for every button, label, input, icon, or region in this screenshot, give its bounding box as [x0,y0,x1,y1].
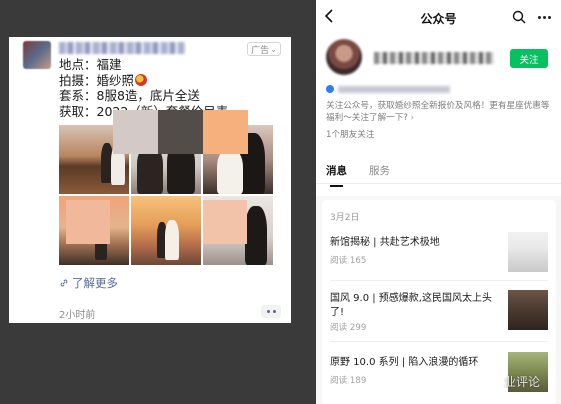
description-arrow: › [410,113,415,123]
search-icon[interactable] [512,10,526,24]
ad-line-location: 地点：福建 [59,57,122,72]
photo-5[interactable] [131,196,201,265]
article-title: 原野 10.0 系列 | 陷入浪漫的循环 [330,357,479,368]
article-thumbnail [508,290,548,330]
emoji-icon [135,73,148,86]
ad-badge[interactable]: 广告 ⌄ [247,42,281,56]
article-title: 新馆揭秘 | 共赴艺术极地 [330,237,440,248]
couple-figure [165,220,179,260]
mosaic-block [66,200,110,244]
ad-label: 广告 [251,45,270,56]
article-reads: 阅读 189 [330,376,367,386]
account-header: 公众号 关注 关注公众号，获取婚纱照全新报价及风格！更有星座优惠等福利～关注了解… [316,0,561,196]
mosaic-block [113,110,158,154]
article-title: 国风 9.0 | 预感爆款,这民国风太上头了! [330,293,492,318]
post-time: 2小时前 [59,310,96,321]
dot-icon [548,16,551,19]
learn-more-label: 了解更多 [72,276,118,290]
verified-icon [326,85,334,93]
article-reads: 阅读 299 [330,323,367,333]
article-item[interactable]: 新馆揭秘 | 共赴艺术极地 阅读 165 [330,232,550,284]
divider [316,183,561,184]
mosaic-block [203,110,248,154]
description-text: 关注公众号，获取婚纱照全新报价及风格！更有星座优惠等福利～关注了解一下? [326,101,550,123]
account-name-blurred [374,52,494,64]
article-item[interactable]: 国风 9.0 | 预感爆款,这民国风太上头了! 阅读 299 [330,290,550,342]
watermark-text: 业评论 [504,375,541,389]
friends-following[interactable]: 1个朋友关注 [326,128,374,140]
mosaic-block [158,110,203,154]
more-options-icon[interactable] [538,16,551,19]
ad-line-shoot-text: 拍摄：婚纱照 [59,72,135,88]
chevron-down-icon: ⌄ [270,44,277,54]
bride-figure [217,149,243,194]
account-avatar[interactable] [326,39,362,75]
divider [330,280,548,281]
more-actions-button[interactable] [261,305,281,318]
link-icon [60,279,68,287]
ad-line-shoot: 拍摄：婚纱照 [59,73,228,89]
mosaic-block [203,200,247,244]
verified-entity-blurred [338,85,450,93]
moments-ad-card: 广告 ⌄ 地点：福建 拍摄：婚纱照 套系：8服8造，底片全送 获取：2022（新… [9,37,291,323]
official-account-page: 公众号 关注 关注公众号，获取婚纱照全新报价及风格！更有星座优惠等福利～关注了解… [316,0,561,404]
groom-figure [245,206,267,265]
dot-icon [538,16,541,19]
article-date: 3月2日 [330,213,360,223]
divider [330,341,548,342]
ad-line-package: 套系：8服8造，底片全送 [59,88,200,103]
learn-more-link[interactable]: 了解更多 [59,275,118,291]
follow-button[interactable]: 关注 [510,49,548,68]
advertiser-avatar[interactable] [23,41,51,69]
article-thumbnail [508,232,548,272]
verification-row [326,85,450,93]
dot-icon [272,310,276,313]
advertiser-name-blurred[interactable] [59,42,185,54]
dot-icon [543,16,546,19]
account-description[interactable]: 关注公众号，获取婚纱照全新报价及风格！更有星座优惠等福利～关注了解一下? › [326,100,556,124]
article-reads: 阅读 165 [330,256,367,266]
dot-icon [266,310,270,313]
